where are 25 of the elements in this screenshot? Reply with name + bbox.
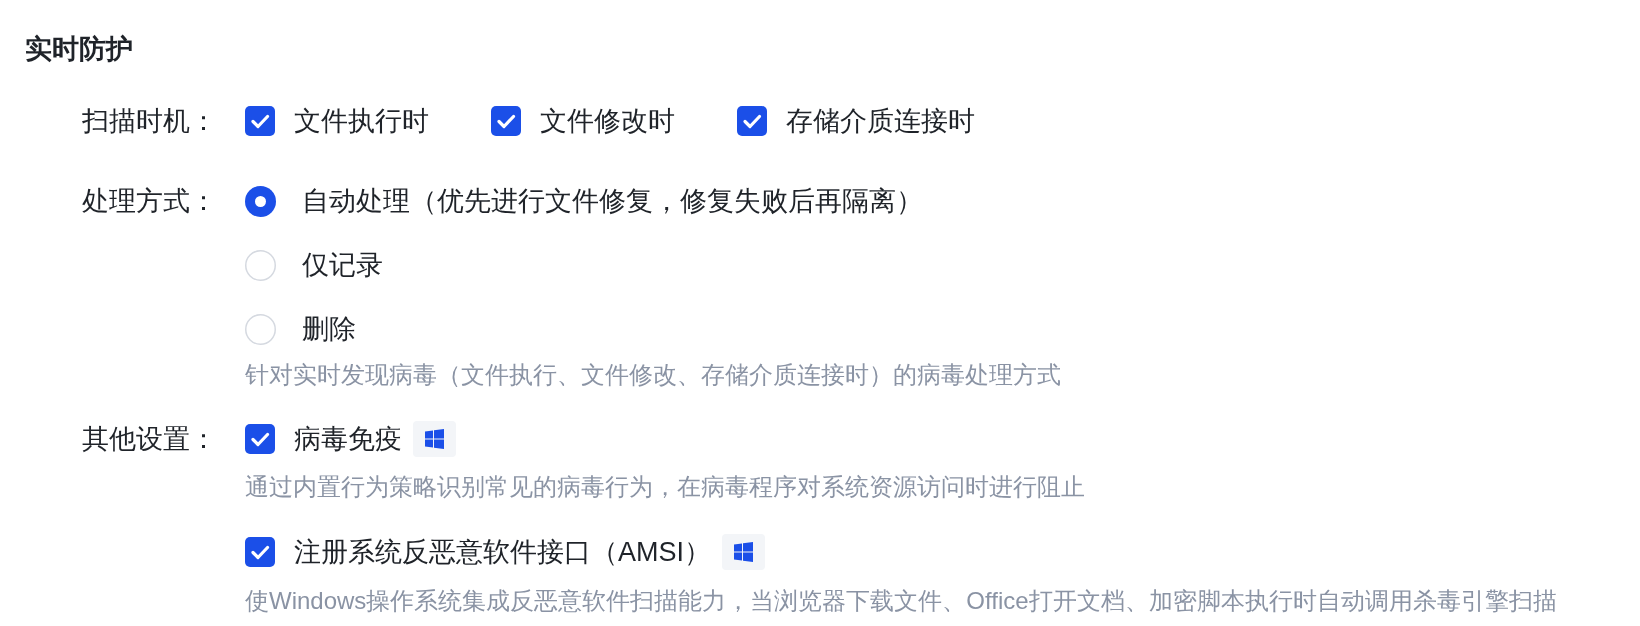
checkbox[interactable]	[491, 106, 521, 136]
checkbox[interactable]	[245, 106, 275, 136]
checkbox-label: 病毒免疫	[294, 423, 402, 456]
radio-button[interactable]	[245, 313, 276, 345]
windows-logo-icon	[722, 534, 765, 570]
checkbox-label: 文件执行时	[294, 105, 429, 138]
field-label: 其他设置：	[82, 423, 217, 456]
radio-button[interactable]	[245, 185, 276, 217]
checkbox[interactable]	[245, 537, 275, 567]
field-label: 处理方式：	[82, 185, 217, 218]
hint-text: 使Windows操作系统集成反恶意软件扫描能力，当浏览器下载文件、Office打开文档、加密脚本执行时自动调用杀毒引擎扫描	[245, 586, 1557, 616]
checkbox-label: 注册系统反恶意软件接口（AMSI）	[294, 536, 711, 569]
checkbox[interactable]	[245, 424, 275, 454]
field-label: 扫描时机：	[82, 105, 217, 138]
radio-button[interactable]	[245, 249, 276, 281]
checkbox[interactable]	[737, 106, 767, 136]
section-title: 实时防护	[25, 33, 133, 66]
radio-label: 删除	[302, 313, 356, 346]
checkbox-label: 文件修改时	[540, 105, 675, 138]
radio-label: 自动处理（优先进行文件修复，修复失败后再隔离）	[302, 185, 923, 218]
hint-text: 通过内置行为策略识别常见的病毒行为，在病毒程序对系统资源访问时进行阻止	[245, 472, 1085, 502]
radio-label: 仅记录	[302, 249, 383, 282]
windows-logo-icon	[413, 421, 456, 457]
checkbox-label: 存储介质连接时	[786, 105, 975, 138]
hint-text: 针对实时发现病毒（文件执行、文件修改、存储介质连接时）的病毒处理方式	[245, 360, 1061, 390]
